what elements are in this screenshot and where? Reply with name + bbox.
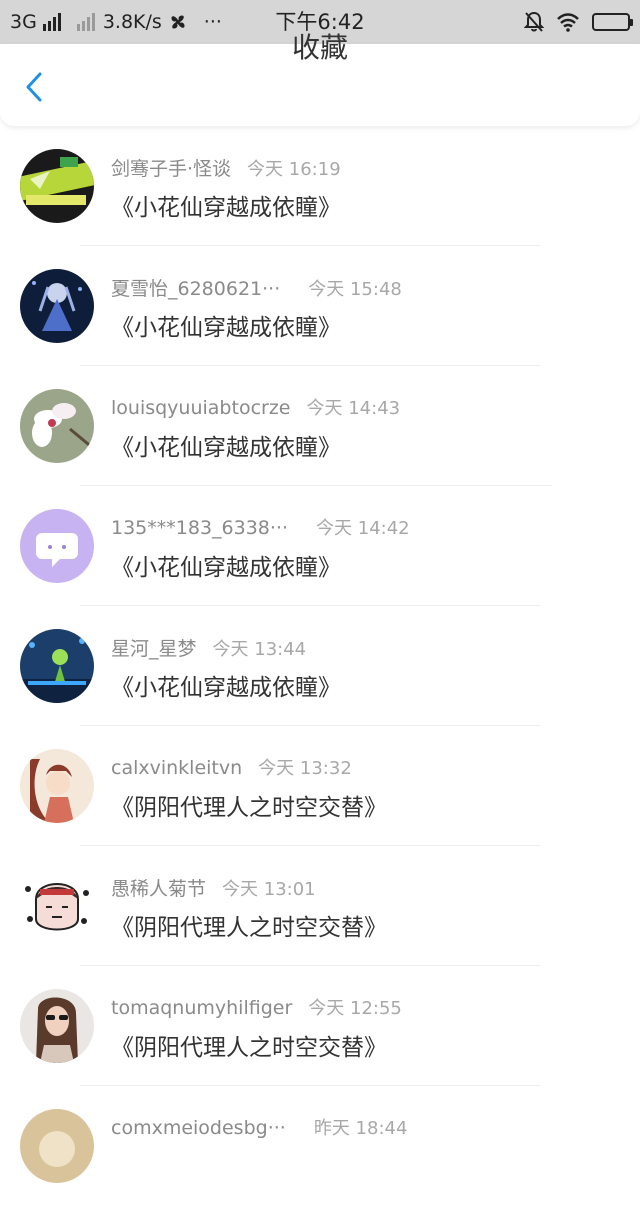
timestamp: 今天 14:43 — [306, 398, 401, 419]
list-item[interactable]: tomaqnumyhilfiger 今天 12:55 《阴阳代理人之时空交替》 — [0, 966, 640, 1086]
avatar[interactable] — [20, 869, 94, 943]
list-item[interactable]: 135***183_6338··· 今天 14:42 《小花仙穿越成依瞳》 — [0, 486, 640, 606]
avatar[interactable] — [20, 989, 94, 1063]
story-title[interactable]: 《小花仙穿越成依瞳》 — [111, 188, 341, 222]
username[interactable]: 愚稀人菊节 — [111, 874, 206, 901]
username[interactable]: 135***183_6338··· — [111, 517, 288, 539]
username[interactable]: 星河_星梦 — [111, 634, 197, 661]
item-meta: 愚稀人菊节 今天 13:01 — [111, 874, 316, 900]
username[interactable]: 剑骞子手·怪谈 — [111, 154, 231, 181]
story-title[interactable]: 《阴阳代理人之时空交替》 — [111, 1028, 387, 1062]
list-item[interactable]: 剑骞子手·怪谈 今天 16:19 《小花仙穿越成依瞳》 — [0, 126, 640, 246]
avatar[interactable] — [20, 389, 94, 463]
list-item[interactable]: comxmeiodesbg··· 昨天 18:44 — [0, 1086, 640, 1206]
avatar[interactable] — [20, 629, 94, 703]
username[interactable]: louisqyuuiabtocrze — [111, 397, 291, 419]
list-item[interactable]: calxvinkleitvn 今天 13:32 《阴阳代理人之时空交替》 — [0, 726, 640, 846]
story-title[interactable]: 《阴阳代理人之时空交替》 — [111, 788, 387, 822]
timestamp: 今天 16:19 — [247, 159, 341, 180]
story-title[interactable]: 《小花仙穿越成依瞳》 — [111, 428, 341, 462]
timestamp: 今天 13:44 — [212, 639, 307, 660]
item-meta: calxvinkleitvn 今天 13:32 — [111, 754, 352, 780]
list-item[interactable]: 夏雪怡_6280621··· 今天 15:48 《小花仙穿越成依瞳》 — [0, 246, 640, 366]
item-meta: louisqyuuiabtocrze 今天 14:43 — [111, 394, 400, 420]
timestamp: 今天 13:32 — [258, 758, 352, 779]
list-item[interactable]: 星河_星梦 今天 13:44 《小花仙穿越成依瞳》 — [0, 606, 640, 726]
item-meta: tomaqnumyhilfiger 今天 12:55 — [111, 994, 402, 1020]
avatar[interactable] — [20, 749, 94, 823]
list-item[interactable]: louisqyuuiabtocrze 今天 14:43 《小花仙穿越成依瞳》 — [0, 366, 640, 486]
favorites-list: 剑骞子手·怪谈 今天 16:19 《小花仙穿越成依瞳》 夏雪怡_6280621·… — [0, 126, 640, 1206]
page-title: 收藏 — [291, 31, 348, 64]
item-meta: 星河_星梦 今天 13:44 — [111, 634, 306, 660]
item-meta: 剑骞子手·怪谈 今天 16:19 — [111, 154, 341, 180]
timestamp: 今天 13:01 — [222, 879, 316, 900]
username[interactable]: 夏雪怡_6280621··· — [111, 274, 280, 301]
username[interactable]: calxvinkleitvn — [111, 757, 242, 779]
item-meta: 夏雪怡_6280621··· 今天 15:48 — [111, 274, 402, 300]
timestamp: 今天 14:42 — [316, 518, 410, 539]
item-meta: 135***183_6338··· 今天 14:42 — [111, 514, 410, 540]
timestamp: 今天 12:55 — [308, 998, 402, 1019]
story-title[interactable]: 《阴阳代理人之时空交替》 — [111, 908, 387, 942]
timestamp: 昨天 18:44 — [313, 1118, 408, 1139]
story-title[interactable]: 《小花仙穿越成依瞳》 — [111, 668, 341, 702]
timestamp: 今天 15:48 — [308, 279, 402, 300]
avatar[interactable] — [20, 269, 94, 343]
list-item[interactable]: 愚稀人菊节 今天 13:01 《阴阳代理人之时空交替》 — [0, 846, 640, 966]
avatar[interactable] — [20, 509, 94, 583]
username[interactable]: tomaqnumyhilfiger — [111, 997, 292, 1019]
avatar[interactable] — [20, 1109, 94, 1183]
avatar[interactable] — [20, 149, 94, 223]
item-meta: comxmeiodesbg··· 昨天 18:44 — [111, 1114, 407, 1140]
story-title[interactable]: 《小花仙穿越成依瞳》 — [111, 548, 341, 582]
story-title[interactable]: 《小花仙穿越成依瞳》 — [111, 308, 341, 342]
username[interactable]: comxmeiodesbg··· — [111, 1117, 286, 1139]
